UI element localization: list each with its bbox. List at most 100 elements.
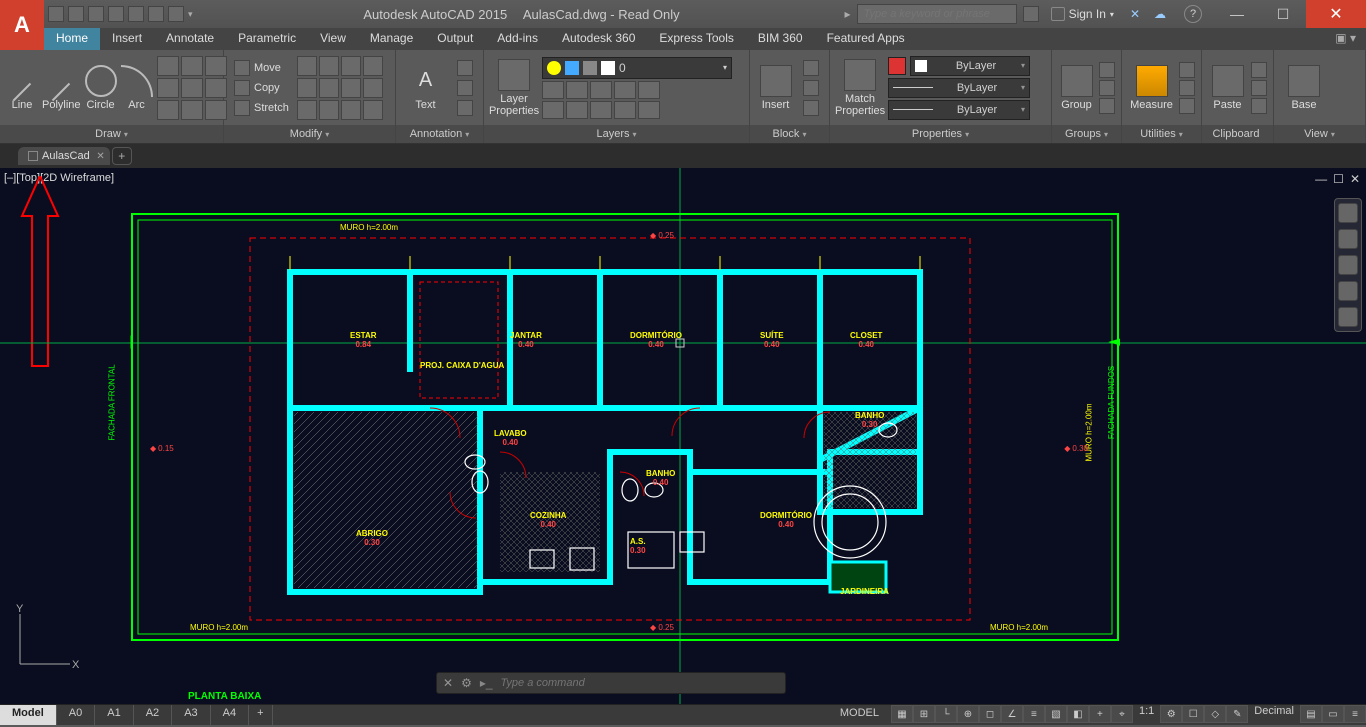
search-chevron-icon[interactable]: ▸: [845, 7, 851, 21]
panel-title-block[interactable]: Block: [750, 125, 829, 143]
panel-title-draw[interactable]: Draw: [0, 125, 223, 143]
application-menu-button[interactable]: A: [0, 0, 44, 50]
tab-insert[interactable]: Insert: [100, 28, 154, 50]
leader-tool[interactable]: [453, 99, 477, 117]
nav-zoom-icon[interactable]: [1338, 255, 1358, 275]
layout-tab-a2[interactable]: A2: [134, 705, 172, 725]
panel-title-modify[interactable]: Modify: [224, 125, 395, 143]
tab-home[interactable]: Home: [44, 28, 100, 50]
status-units[interactable]: Decimal: [1248, 705, 1300, 725]
linetype-combo[interactable]: ByLayer: [888, 100, 1030, 120]
status-snap-icon[interactable]: ⊞: [913, 705, 935, 723]
color-swatch[interactable]: [888, 57, 906, 75]
qat-dropdown-icon[interactable]: ▾: [188, 9, 193, 20]
status-menu-icon[interactable]: ▤: [1300, 705, 1322, 723]
tab-manage[interactable]: Manage: [358, 28, 425, 50]
status-sc-icon[interactable]: ⌖: [1111, 705, 1133, 723]
status-polar-icon[interactable]: ⊕: [957, 705, 979, 723]
status-ann-icon[interactable]: ✎: [1226, 705, 1248, 723]
ribbon-collapse-icon[interactable]: ▣ ▾: [1325, 28, 1366, 50]
status-model[interactable]: MODEL: [828, 705, 891, 725]
circle-button[interactable]: Circle: [85, 55, 117, 121]
panel-title-groups[interactable]: Groups: [1052, 125, 1121, 143]
status-grid-icon[interactable]: ▦: [891, 705, 913, 723]
search-input[interactable]: [857, 4, 1017, 24]
exchange-icon[interactable]: ✕: [1126, 7, 1144, 21]
layout-tab-model[interactable]: Model: [0, 705, 57, 725]
copy-button[interactable]: Copy: [230, 79, 293, 97]
status-scale[interactable]: 1:1: [1133, 705, 1160, 725]
qat-redo-icon[interactable]: [168, 6, 184, 22]
status-custom-icon[interactable]: ≡: [1344, 705, 1366, 723]
status-iso-icon[interactable]: ◇: [1204, 705, 1226, 723]
cmd-config-icon[interactable]: ⚙: [461, 676, 472, 690]
lineweight-combo[interactable]: ByLayer: [888, 78, 1030, 98]
status-qp-icon[interactable]: +: [1089, 705, 1111, 723]
tab-output[interactable]: Output: [425, 28, 485, 50]
file-tab-aulascad[interactable]: AulasCad ✕: [18, 147, 110, 165]
tab-bim360[interactable]: BIM 360: [746, 28, 815, 50]
tab-featuredapps[interactable]: Featured Apps: [815, 28, 917, 50]
layout-tab-a1[interactable]: A1: [95, 705, 133, 725]
layout-tab-a4[interactable]: A4: [211, 705, 249, 725]
help-icon[interactable]: ?: [1184, 5, 1202, 23]
base-view-button[interactable]: Base: [1280, 55, 1328, 121]
qat-saveas-icon[interactable]: [108, 6, 124, 22]
qat-undo-icon[interactable]: [148, 6, 164, 22]
qat-open-icon[interactable]: [68, 6, 84, 22]
table-tool[interactable]: [453, 79, 477, 97]
status-clean-icon[interactable]: ▭: [1322, 705, 1344, 723]
maximize-button[interactable]: ☐: [1260, 0, 1306, 28]
layout-tab-a0[interactable]: A0: [57, 705, 95, 725]
color-combo[interactable]: ByLayer: [910, 56, 1030, 76]
layout-tab-a3[interactable]: A3: [172, 705, 210, 725]
panel-title-layers[interactable]: Layers: [484, 125, 749, 143]
draw-small-tools[interactable]: [157, 56, 227, 120]
minimize-button[interactable]: —: [1214, 0, 1260, 28]
nav-orbit-icon[interactable]: [1338, 281, 1358, 301]
qat-new-icon[interactable]: [48, 6, 64, 22]
tab-parametric[interactable]: Parametric: [226, 28, 308, 50]
block-tool-3[interactable]: [799, 99, 823, 117]
layer-properties-button[interactable]: Layer Properties: [490, 55, 538, 121]
tab-expresstools[interactable]: Express Tools: [647, 28, 745, 50]
tab-addins[interactable]: Add-ins: [485, 28, 550, 50]
status-otrack-icon[interactable]: ∠: [1001, 705, 1023, 723]
panel-title-utilities[interactable]: Utilities: [1122, 125, 1201, 143]
modify-small-tools[interactable]: [297, 56, 383, 120]
status-trans-icon[interactable]: ▧: [1045, 705, 1067, 723]
insert-block-button[interactable]: Insert: [756, 55, 795, 121]
close-button[interactable]: ✕: [1306, 0, 1366, 28]
cloud-icon[interactable]: ☁: [1150, 7, 1170, 21]
line-button[interactable]: Line: [6, 55, 38, 121]
command-input[interactable]: [501, 677, 779, 689]
panel-title-clipboard[interactable]: Clipboard: [1202, 125, 1273, 143]
qat-save-icon[interactable]: [88, 6, 104, 22]
command-line[interactable]: ✕ ⚙ ▸_: [436, 672, 786, 694]
polyline-button[interactable]: Polyline: [42, 55, 81, 121]
sign-in-button[interactable]: Sign In ▾: [1045, 7, 1120, 21]
dim-tool[interactable]: [453, 59, 477, 77]
panel-title-properties[interactable]: Properties: [830, 125, 1051, 143]
nav-pan-icon[interactable]: [1338, 229, 1358, 249]
status-gear-icon[interactable]: ⚙: [1160, 705, 1182, 723]
arc-button[interactable]: Arc: [121, 55, 153, 121]
block-tool-2[interactable]: [799, 79, 823, 97]
paste-button[interactable]: Paste: [1208, 55, 1247, 121]
layer-tools[interactable]: [542, 81, 732, 119]
new-tab-button[interactable]: +: [112, 147, 132, 165]
text-button[interactable]: AText: [402, 55, 449, 121]
search-icon[interactable]: [1023, 6, 1039, 22]
measure-button[interactable]: Measure: [1128, 55, 1175, 121]
tab-view[interactable]: View: [308, 28, 358, 50]
status-max-icon[interactable]: ☐: [1182, 705, 1204, 723]
status-qs-icon[interactable]: ◧: [1067, 705, 1089, 723]
layout-tab-add[interactable]: +: [249, 705, 272, 725]
status-lwt-icon[interactable]: ≡: [1023, 705, 1045, 723]
panel-title-annotation[interactable]: Annotation: [396, 125, 483, 143]
cmd-close-icon[interactable]: ✕: [443, 676, 453, 690]
status-osnap-icon[interactable]: ◻: [979, 705, 1001, 723]
nav-showmotion-icon[interactable]: [1338, 307, 1358, 327]
group-button[interactable]: Group: [1058, 55, 1095, 121]
close-tab-icon[interactable]: ✕: [96, 151, 104, 162]
